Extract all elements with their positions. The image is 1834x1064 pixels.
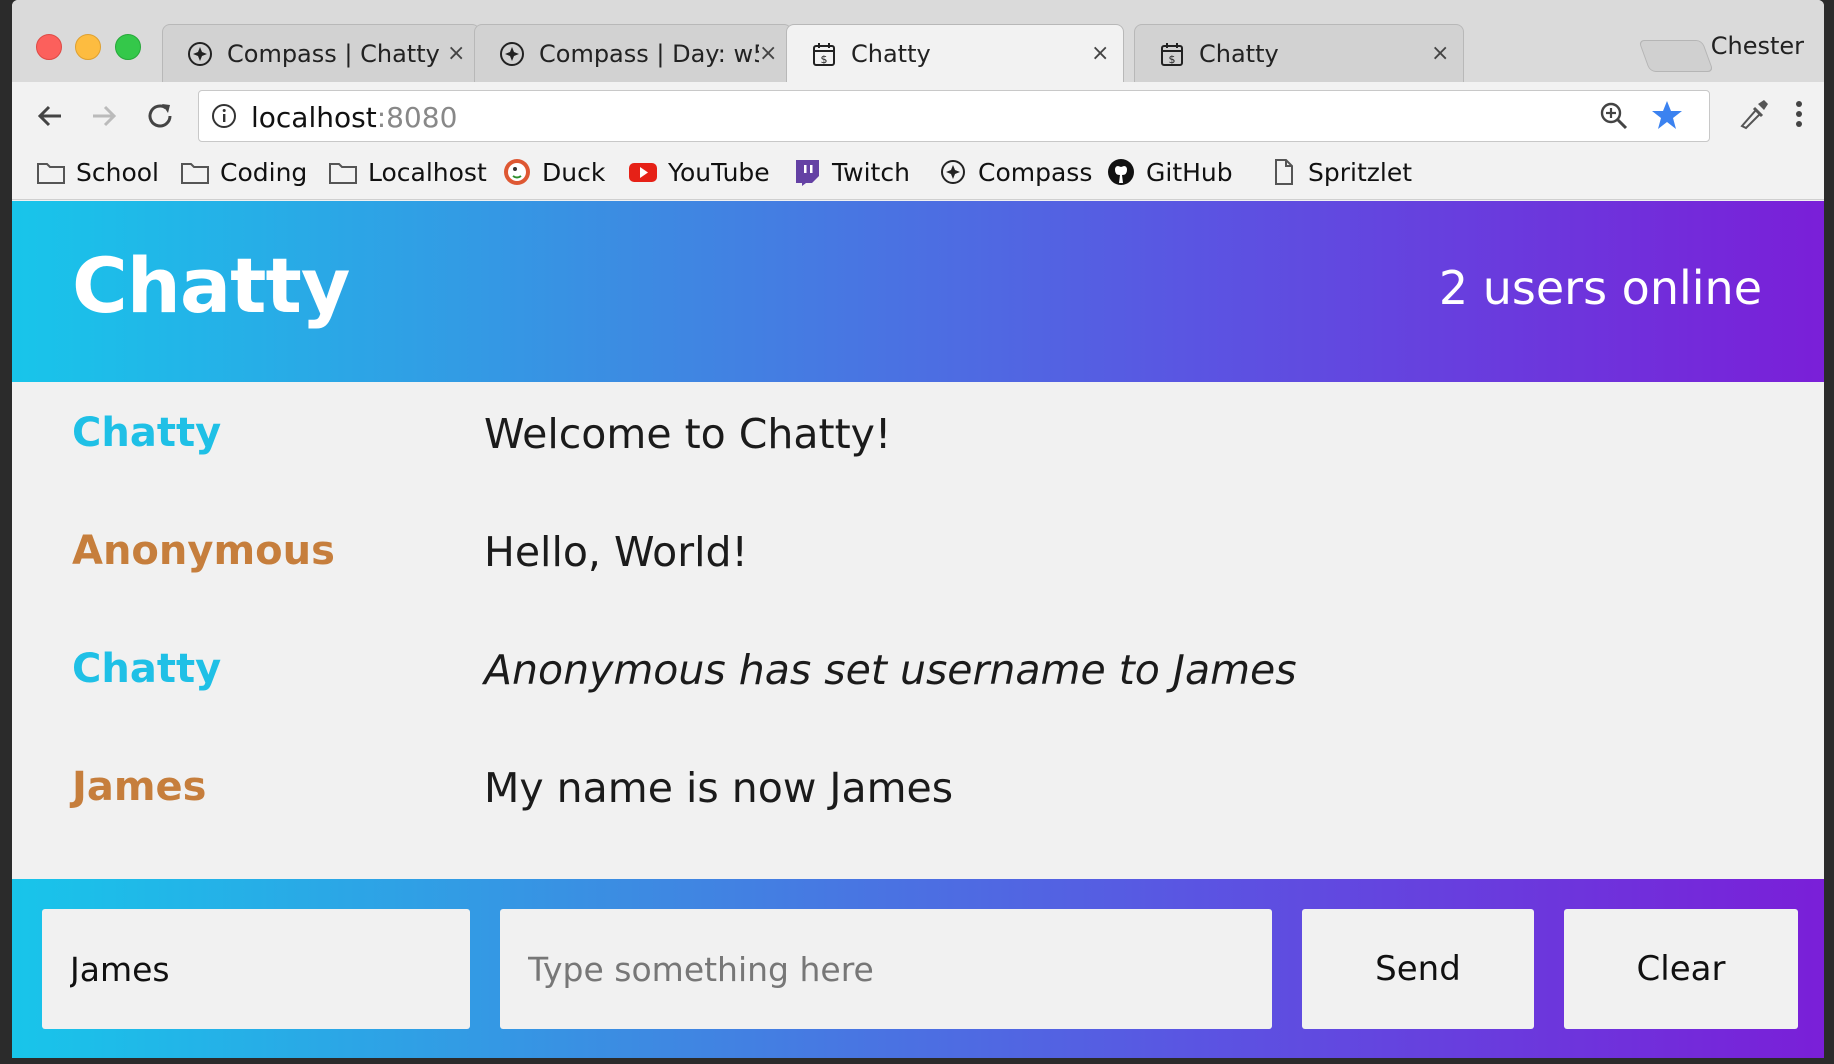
calendar-dollar-icon: $ xyxy=(1161,42,1183,66)
address-bar[interactable]: localhost:8080 xyxy=(198,90,1710,142)
tab-strip: Compass | Chatty App × Compass | Day: w5… xyxy=(12,0,1824,82)
compass-icon xyxy=(188,41,212,66)
info-icon[interactable] xyxy=(211,103,237,129)
tab-close-icon[interactable]: × xyxy=(759,41,777,66)
tab-close-icon[interactable]: × xyxy=(447,41,465,66)
message-username: James xyxy=(72,764,207,810)
close-window-button[interactable] xyxy=(36,34,62,60)
back-button[interactable] xyxy=(30,96,70,136)
tab-chatty[interactable]: $ Chatty × xyxy=(1134,24,1464,82)
bookmark-localhost[interactable]: Localhost xyxy=(328,156,487,188)
compass-icon xyxy=(500,41,524,66)
bookmark-duck[interactable]: Duck xyxy=(502,156,605,188)
menu-dots-icon[interactable] xyxy=(1792,96,1806,132)
browser-toolbar: localhost:8080 xyxy=(12,82,1824,148)
message-row: Chatty Anonymous has set username to Jam… xyxy=(12,646,1824,706)
username-input[interactable] xyxy=(42,909,470,1029)
bookmark-school[interactable]: School xyxy=(36,156,159,188)
tab-compass-day[interactable]: Compass | Day: w5d4 × xyxy=(474,24,792,82)
message-content: Welcome to Chatty! xyxy=(484,410,892,458)
url-port: :8080 xyxy=(376,101,458,134)
message-content: Hello, World! xyxy=(484,528,748,576)
bookmark-spritzlet[interactable]: Spritzlet xyxy=(1268,156,1412,188)
reload-icon xyxy=(148,104,172,128)
clear-button[interactable]: Clear xyxy=(1564,909,1798,1029)
minimize-window-button[interactable] xyxy=(75,34,101,60)
tab-close-icon[interactable]: × xyxy=(1431,41,1449,66)
svg-text:$: $ xyxy=(1169,53,1176,66)
tab-title: Chatty xyxy=(851,39,931,68)
bookmark-coding[interactable]: Coding xyxy=(180,156,307,188)
bookmark-label: GitHub xyxy=(1146,157,1233,187)
message-username: Chatty xyxy=(72,646,222,692)
bookmark-star-icon[interactable] xyxy=(1651,99,1683,131)
url-host: localhost xyxy=(251,101,377,134)
users-online-count: 2 users online xyxy=(1438,261,1762,315)
bookmark-label: Twitch xyxy=(832,157,910,187)
eyedropper-extension-icon[interactable] xyxy=(1736,96,1770,132)
bookmark-compass[interactable]: Compass xyxy=(938,156,1092,188)
bookmark-label: YouTube xyxy=(668,157,770,187)
arrow-right-icon xyxy=(93,105,117,127)
forward-button[interactable] xyxy=(84,96,124,136)
arrow-left-icon xyxy=(37,105,61,127)
github-icon xyxy=(1108,159,1134,185)
bookmark-label: Coding xyxy=(220,157,308,187)
message-row: James My name is now James xyxy=(12,764,1824,824)
message-content: My name is now James xyxy=(484,764,954,812)
browser-window: Compass | Chatty App × Compass | Day: w5… xyxy=(12,0,1824,1058)
chat-bar: Send Clear xyxy=(12,879,1824,1058)
folder-icon xyxy=(37,163,65,184)
tab-title: Compass | Day: w5d4 xyxy=(539,39,759,68)
send-button[interactable]: Send xyxy=(1302,909,1534,1029)
bookmark-github[interactable]: GitHub xyxy=(1106,156,1233,188)
calendar-dollar-icon: $ xyxy=(813,42,835,66)
svg-text:$: $ xyxy=(821,53,828,66)
twitch-icon xyxy=(796,160,819,186)
app-navbar: Chatty 2 users online xyxy=(12,201,1824,382)
reload-button[interactable] xyxy=(140,96,180,136)
bookmark-youtube[interactable]: YouTube xyxy=(628,156,770,188)
profile-name[interactable]: Chester xyxy=(1711,32,1804,60)
tab-title: Chatty xyxy=(1199,39,1279,68)
tab-chatty-active[interactable]: $ Chatty × xyxy=(786,24,1124,82)
app-brand[interactable]: Chatty xyxy=(72,241,350,330)
compass-icon xyxy=(941,160,965,184)
bookmark-twitch[interactable]: Twitch xyxy=(792,156,910,188)
bookmark-label: Compass xyxy=(978,157,1093,187)
new-tab-button[interactable] xyxy=(1638,40,1714,72)
maximize-window-button[interactable] xyxy=(115,34,141,60)
tab-close-icon[interactable]: × xyxy=(1091,41,1109,66)
chatty-page: Chatty 2 users online Chatty Welcome to … xyxy=(12,201,1824,1058)
url-text: localhost:8080 xyxy=(251,101,457,134)
message-row: Anonymous Hello, World! xyxy=(12,528,1824,588)
folder-icon xyxy=(181,163,209,184)
duckduckgo-icon xyxy=(504,159,530,185)
bookmark-label: School xyxy=(76,157,159,187)
message-username: Anonymous xyxy=(72,528,335,574)
message-username: Chatty xyxy=(72,410,222,456)
bookmark-label: Duck xyxy=(542,157,606,187)
bookmarks-bar: School Coding Localhost Duck YouTube Twi… xyxy=(12,148,1824,200)
bookmark-label: Localhost xyxy=(368,157,487,187)
tab-compass-chatty-app[interactable]: Compass | Chatty App × xyxy=(162,24,480,82)
page-icon xyxy=(1275,159,1293,185)
zoom-icon[interactable] xyxy=(1599,101,1629,131)
notification-content: Anonymous has set username to James xyxy=(484,646,1297,694)
youtube-icon xyxy=(629,163,657,182)
bookmark-label: Spritzlet xyxy=(1308,157,1413,187)
message-input[interactable] xyxy=(500,909,1272,1029)
folder-icon xyxy=(329,163,357,184)
tab-title: Compass | Chatty App xyxy=(227,39,447,68)
message-row: Chatty Welcome to Chatty! xyxy=(12,410,1824,470)
